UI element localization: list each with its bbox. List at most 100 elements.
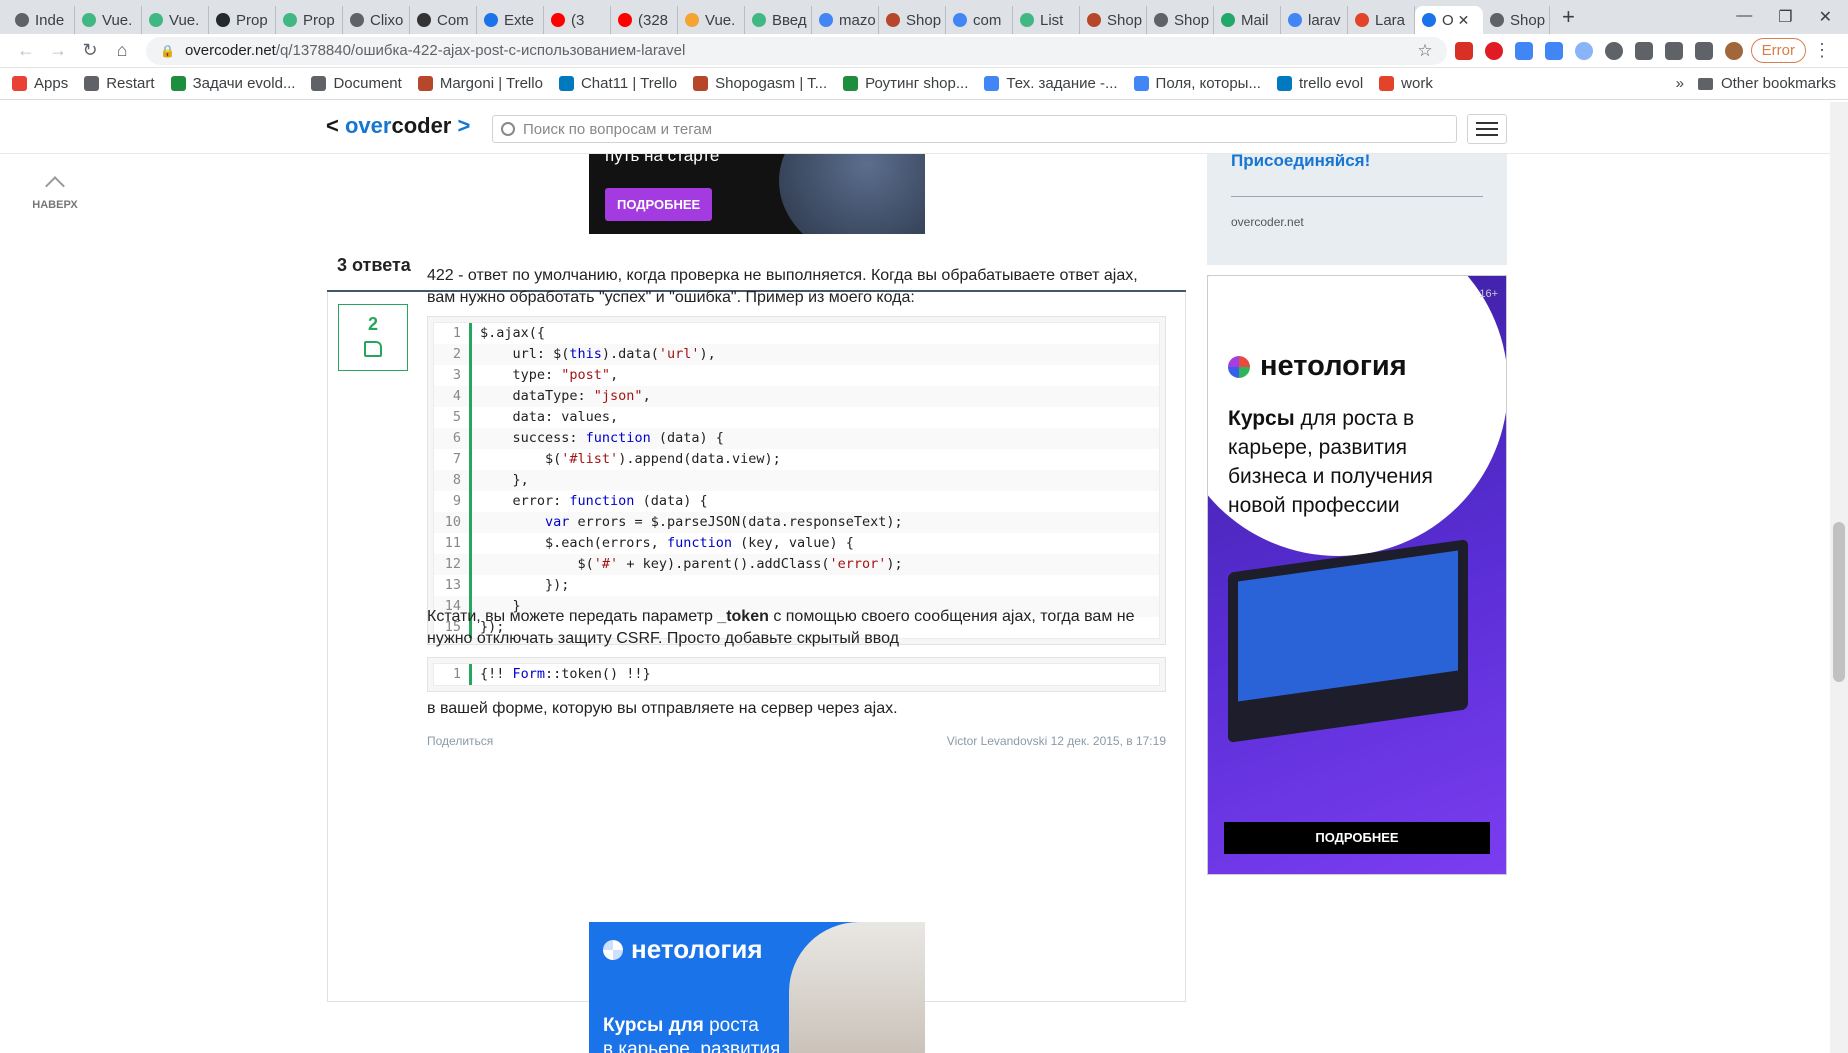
forward-icon[interactable]: → — [42, 40, 74, 61]
scrollbar-thumb[interactable] — [1833, 522, 1845, 682]
home-icon[interactable]: ⌂ — [106, 40, 138, 61]
bookmark-item[interactable]: Shopogasm | T... — [693, 75, 827, 92]
close-window-icon[interactable]: ✕ — [1819, 7, 1832, 27]
browser-tab[interactable]: Clixo — [343, 6, 410, 34]
vue-devtools-icon[interactable] — [1634, 41, 1653, 60]
reading-list-icon[interactable] — [1694, 41, 1713, 60]
tab-favicon-icon — [1020, 13, 1034, 27]
bookmark-item[interactable]: Apps — [12, 75, 68, 92]
browser-tab[interactable]: Shop — [1080, 6, 1147, 34]
bookmark-item[interactable]: Тех. задание -... — [984, 75, 1118, 92]
bookmark-item[interactable]: Document — [311, 75, 402, 92]
browser-tab[interactable]: Exte — [477, 6, 544, 34]
bookmark-label: Задачи evold... — [192, 75, 296, 92]
other-bookmarks[interactable]: Other bookmarks — [1697, 75, 1836, 92]
bookmark-item[interactable]: trello evol — [1276, 75, 1363, 92]
bookmark-label: Shopogasm | T... — [715, 75, 828, 92]
browser-tab[interactable]: List — [1013, 6, 1080, 34]
line-number: 8 — [434, 470, 472, 491]
browser-tab[interactable]: mazo — [812, 6, 879, 34]
address-bar[interactable]: 🔒 overcoder.net/q/1378840/ошибка-422-aja… — [146, 36, 1447, 65]
bookmark-item[interactable]: Restart — [84, 75, 155, 92]
browser-tab[interactable]: Inde — [8, 6, 75, 34]
bookmarks-more-icon[interactable]: » — [1676, 75, 1684, 92]
answer-author-date[interactable]: Victor Levandovski 12 дек. 2015, в 17:19 — [947, 734, 1166, 748]
ad-banner-bottom[interactable]: нетология Курсы для роста в карьере, разв… — [589, 922, 925, 1053]
bookmark-label: Chat11 | Trello — [580, 75, 678, 92]
browser-tab[interactable]: Mail — [1214, 6, 1281, 34]
tab-label: O — [1442, 11, 1454, 29]
bookmark-label: Restart — [106, 75, 155, 92]
shield-icon[interactable] — [1574, 41, 1593, 60]
browser-tab[interactable]: Shop — [879, 6, 946, 34]
opera-icon[interactable] — [1484, 41, 1503, 60]
browser-tab[interactable]: (3 — [544, 6, 611, 34]
puzzle-icon[interactable] — [1664, 41, 1683, 60]
avatar[interactable] — [1724, 41, 1743, 60]
close-tab-icon[interactable]: ✕ — [1458, 12, 1470, 29]
share-link[interactable]: Поделиться — [427, 734, 493, 748]
bookmark-star-icon[interactable]: ☆ — [1417, 41, 1432, 61]
tab-favicon-icon — [886, 13, 900, 27]
browser-tab[interactable]: com — [946, 6, 1013, 34]
browser-tab[interactable]: Vue. — [75, 6, 142, 34]
bookmark-item[interactable]: work — [1379, 75, 1433, 92]
join-link[interactable]: Присоединяйся! — [1231, 151, 1370, 171]
browser-tab[interactable]: Com — [410, 6, 477, 34]
chevron-up-icon — [45, 176, 65, 196]
code-line: 4 dataType: "json", — [434, 386, 1159, 407]
extension-icon[interactable] — [1514, 41, 1533, 60]
browser-tab[interactable]: O ✕ — [1415, 6, 1483, 34]
new-tab-button[interactable]: + — [1562, 4, 1575, 30]
bookmark-icon — [417, 76, 433, 91]
browser-tab[interactable]: Vue. — [142, 6, 209, 34]
browser-tab[interactable]: Lara — [1348, 6, 1415, 34]
minimize-icon[interactable]: — — [1736, 7, 1752, 27]
translate-icon[interactable] — [1544, 41, 1563, 60]
profile-error-button[interactable]: Error — [1750, 38, 1806, 63]
back-icon[interactable]: ← — [10, 40, 42, 61]
bookmark-item[interactable]: Поля, которы... — [1133, 75, 1261, 92]
bookmark-item[interactable]: Задачи evold... — [170, 75, 296, 92]
code-line: 1 {!! Form::token() !!} — [434, 664, 1159, 685]
tab-label: Prop — [303, 11, 335, 29]
browser-tab[interactable]: Vue. — [678, 6, 745, 34]
tab-label: Com — [437, 11, 469, 29]
tab-favicon-icon — [819, 13, 833, 27]
url-path: /q/1378840/ошибка-422-ajax-post-с-исполь… — [275, 42, 686, 59]
browser-tab[interactable]: larav — [1281, 6, 1348, 34]
menu-icon[interactable]: ⋮ — [1806, 40, 1838, 61]
gear-icon[interactable] — [1604, 41, 1623, 60]
hamburger-menu-button[interactable] — [1467, 114, 1507, 144]
bookmark-item[interactable]: Роутинг shop... — [843, 75, 968, 92]
ad-banner-side[interactable]: 16+ нетология Курсы для роста в карьере,… — [1207, 275, 1507, 875]
restore-icon[interactable]: ❐ — [1778, 7, 1792, 27]
tab-favicon-icon — [618, 13, 632, 27]
ad-side-button[interactable]: ПОДРОБНЕЕ — [1224, 822, 1490, 854]
bookmark-label: Apps — [34, 75, 69, 92]
bookmark-item[interactable]: Chat11 | Trello — [558, 75, 678, 92]
browser-tab[interactable]: Введ — [745, 6, 812, 34]
code-line: 1 $.ajax({ — [434, 323, 1159, 344]
browser-tab[interactable]: Prop — [209, 6, 276, 34]
back-to-top-button[interactable]: НАВЕРХ — [30, 176, 80, 211]
site-logo[interactable]: < overcoder > — [326, 113, 470, 139]
browser-tab[interactable]: Prop — [276, 6, 343, 34]
reload-icon[interactable]: ↻ — [74, 40, 106, 61]
thumbs-up-icon[interactable] — [364, 341, 382, 357]
search-input[interactable] — [523, 120, 1448, 138]
age-rating: 16+ — [1479, 288, 1498, 300]
ad-top-button[interactable]: ПОДРОБНЕЕ — [605, 188, 713, 221]
browser-tab[interactable]: Shop — [1483, 6, 1550, 34]
adblock-icon[interactable] — [1454, 41, 1473, 60]
bookmark-item[interactable]: Margoni | Trello — [417, 75, 543, 92]
lock-icon[interactable]: 🔒 — [160, 44, 175, 58]
answer-paragraph-1: 422 - ответ по умолчанию, когда проверка… — [427, 267, 1138, 306]
browser-tab[interactable]: Shop — [1147, 6, 1214, 34]
page-scrollbar[interactable] — [1830, 102, 1848, 1053]
line-number: 12 — [434, 554, 472, 575]
vote-widget[interactable]: 2 — [338, 304, 408, 371]
ad-bottom-text-bold: Курсы для — [603, 1015, 704, 1036]
para2-text-a: Кстати, вы можете передать параметр — [427, 608, 718, 625]
browser-tab[interactable]: (328 — [611, 6, 678, 34]
